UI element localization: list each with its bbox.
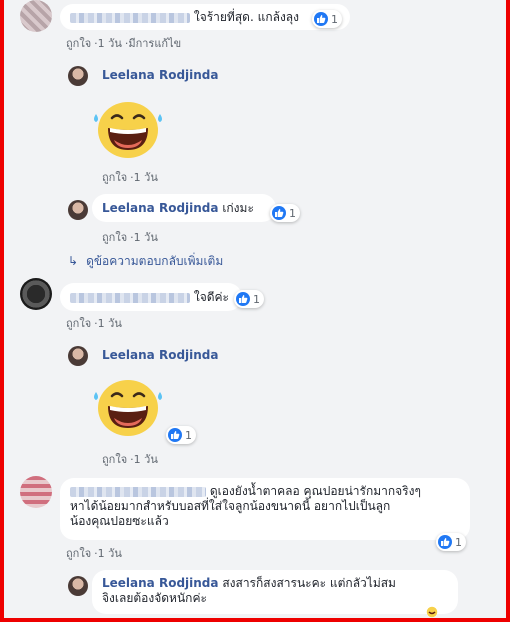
comment-meta: ถูกใจ ·1 วัน bbox=[66, 547, 122, 560]
reply-author[interactable]: Leelana Rodjinda bbox=[102, 576, 218, 590]
reply-author[interactable]: Leelana Rodjinda bbox=[102, 348, 218, 362]
blurred-author bbox=[70, 486, 206, 497]
like-link[interactable]: ถูกใจ bbox=[102, 453, 127, 466]
timestamp[interactable]: 1 วัน bbox=[134, 171, 158, 184]
timestamp[interactable]: 1 วัน bbox=[134, 453, 158, 466]
reaction-count[interactable]: 1 bbox=[436, 533, 466, 551]
avatar[interactable] bbox=[68, 576, 88, 596]
reply-author[interactable]: Leelana Rodjinda bbox=[102, 68, 218, 82]
reply-arrow-icon: ↳ bbox=[68, 254, 79, 268]
like-icon bbox=[438, 535, 452, 549]
reaction-count[interactable]: 1 bbox=[312, 10, 342, 28]
reaction-count[interactable]: 1 bbox=[270, 204, 300, 222]
like-link[interactable]: ถูกใจ bbox=[102, 171, 127, 184]
reaction-count[interactable]: 1 bbox=[166, 426, 196, 444]
avatar[interactable] bbox=[68, 66, 88, 86]
comment-text: เก่งมะ bbox=[222, 201, 254, 215]
like-link[interactable]: ถูกใจ bbox=[66, 317, 91, 330]
timestamp[interactable]: 1 วัน bbox=[98, 317, 122, 330]
comment-text: สงสารก็สงสารนะคะ แต่กลัวไม่สม bbox=[222, 576, 396, 590]
timestamp[interactable]: 1 วัน bbox=[98, 547, 122, 560]
timestamp[interactable]: 1 วัน bbox=[134, 231, 158, 244]
comment-meta: ถูกใจ ·1 วัน bbox=[102, 231, 158, 244]
comment-text: ใจดีค่ะ bbox=[193, 290, 229, 304]
laughing-emoji-icon bbox=[94, 102, 162, 158]
reply-author[interactable]: Leelana Rodjinda bbox=[102, 201, 218, 215]
comment-text: จิงเลยต้องจัดหนักค่ะ bbox=[102, 591, 207, 605]
laughing-emoji-icon bbox=[426, 606, 438, 618]
comment-bubble: ใจดีค่ะ bbox=[60, 283, 242, 311]
comment-bubble: Leelana Rodjinda สงสารก็สงสารนะคะ แต่กลั… bbox=[92, 570, 458, 614]
comment-meta: ถูกใจ ·1 วัน ·มีการแก้ไข bbox=[66, 37, 182, 50]
avatar[interactable] bbox=[20, 278, 52, 310]
like-icon bbox=[314, 12, 328, 26]
avatar[interactable] bbox=[68, 346, 88, 366]
reaction-number: 1 bbox=[331, 12, 338, 26]
comment-bubble: ดูเองยังน้ำตาคลอ คุณปอยน่ารักมากจริงๆ หา… bbox=[60, 478, 470, 540]
reaction-number: 1 bbox=[185, 428, 192, 442]
like-icon bbox=[272, 206, 286, 220]
reaction-number: 1 bbox=[455, 535, 462, 549]
laughing-emoji-icon bbox=[94, 380, 162, 436]
comment-text: ใจร้ายที่สุด. แกล้งลุง bbox=[193, 10, 300, 24]
comment-bubble: ใจร้ายที่สุด. แกล้งลุง bbox=[60, 4, 350, 30]
comment-meta: ถูกใจ ·1 วัน bbox=[102, 453, 158, 466]
like-icon bbox=[236, 292, 250, 306]
timestamp[interactable]: 1 วัน bbox=[98, 37, 122, 50]
comment-text: น้องคุณปอยซะแล้ว bbox=[70, 514, 169, 528]
reaction-count[interactable]: 1 bbox=[234, 290, 264, 308]
comment-meta: ถูกใจ ·1 วัน bbox=[66, 317, 122, 330]
avatar[interactable] bbox=[20, 476, 52, 508]
like-link[interactable]: ถูกใจ bbox=[66, 37, 91, 50]
like-link[interactable]: ถูกใจ bbox=[66, 547, 91, 560]
reaction-number: 1 bbox=[289, 206, 296, 220]
avatar[interactable] bbox=[68, 200, 88, 220]
more-replies-link[interactable]: ↳ ดูข้อความตอบกลับเพิ่มเติม bbox=[68, 252, 223, 271]
reaction-number: 1 bbox=[253, 292, 260, 306]
comment-meta: ถูกใจ ·1 วัน bbox=[102, 171, 158, 184]
like-icon bbox=[168, 428, 182, 442]
comment-bubble: Leelana Rodjinda เก่งมะ bbox=[92, 194, 276, 222]
blurred-author bbox=[70, 292, 190, 303]
comment-text: หาได้น้อยมากสำหรับบอสที่ใส่ใจลูกน้องขนาด… bbox=[70, 499, 391, 513]
comment-thread: ใจร้ายที่สุด. แกล้งลุง 1 ถูกใจ ·1 วัน ·มีก… bbox=[4, 0, 506, 618]
comment-text: ดูเองยังน้ำตาคลอ คุณปอยน่ารักมากจริงๆ bbox=[209, 484, 421, 498]
avatar[interactable] bbox=[20, 0, 52, 32]
blurred-author bbox=[70, 12, 190, 23]
like-link[interactable]: ถูกใจ bbox=[102, 231, 127, 244]
edited-label[interactable]: มีการแก้ไข bbox=[128, 37, 181, 50]
